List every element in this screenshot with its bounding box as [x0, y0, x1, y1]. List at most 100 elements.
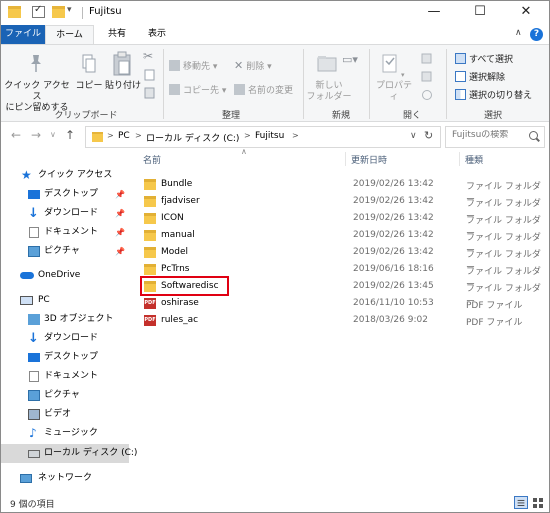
tab-file[interactable]: ファイル [1, 25, 45, 44]
properties-quick-icon[interactable] [32, 4, 45, 18]
nav-pc-videos[interactable]: ビデオ [1, 405, 129, 424]
back-arrow-icon[interactable]: ← [11, 128, 21, 142]
tab-view[interactable]: 表示 [139, 25, 175, 44]
minimize-button[interactable]: — [411, 1, 457, 25]
copy-path-icon[interactable] [144, 69, 156, 81]
forward-arrow-icon[interactable]: → [31, 128, 41, 142]
nav-pc-3d-objects[interactable]: 3D オブジェクト [1, 310, 129, 329]
maximize-button[interactable]: ☐ [457, 1, 503, 25]
move-to-button[interactable]: 移動先 ▾ [169, 59, 217, 72]
select-all-button[interactable]: すべて選択 [455, 52, 513, 65]
nav-pc[interactable]: PC [1, 291, 129, 310]
copy-button[interactable]: コピー [74, 81, 104, 92]
status-bar: 9 個の項目 [1, 494, 549, 512]
address-bar[interactable]: > PC > ローカル ディスク (C:) > Fujitsu > ∨ ↻ [85, 126, 441, 148]
file-row[interactable]: fjadviser 2019/02/26 13:42 ファイル フォルダー [133, 193, 549, 222]
nav-pc-music[interactable]: ♪ ミュージック [1, 424, 129, 443]
file-modified: 2019/02/26 13:42 [353, 179, 434, 189]
properties-dropdown-icon[interactable]: ▾ [401, 71, 405, 79]
nav-label: 3D オブジェクト [44, 314, 114, 324]
properties-button[interactable]: プロパティ [373, 81, 415, 103]
folder-icon [92, 132, 103, 142]
file-modified: 2018/03/26 9:02 [353, 315, 428, 325]
breadcrumb-separator-icon[interactable]: > [244, 131, 251, 140]
pin-icon[interactable]: 📌 [115, 242, 125, 261]
cut-icon[interactable]: ✂ [143, 49, 153, 63]
breadcrumb-fujitsu[interactable]: Fujitsu [255, 131, 284, 141]
column-type-header[interactable]: 種類 [465, 153, 483, 166]
search-box[interactable] [445, 126, 545, 148]
large-icons-view-icon[interactable] [531, 496, 545, 509]
nav-pc-desktop[interactable]: デスクトップ [1, 348, 129, 367]
copy-to-button[interactable]: コピー先 ▾ [169, 83, 226, 96]
breadcrumb-local-disk[interactable]: ローカル ディスク (C:) [146, 131, 239, 144]
nav-label: ローカル ディスク (C:) [44, 448, 138, 458]
search-input[interactable] [452, 130, 530, 140]
invert-selection-button[interactable]: 選択の切り替え [455, 88, 532, 101]
select-none-icon [455, 71, 466, 82]
breadcrumb-separator-icon[interactable]: > [107, 131, 114, 140]
open-icon[interactable] [421, 53, 433, 65]
new-folder-quick-icon[interactable] [52, 6, 65, 18]
divider [446, 49, 447, 119]
new-folder-button[interactable]: 新しい フォルダー [306, 81, 352, 103]
edit-icon[interactable] [421, 71, 433, 83]
help-icon[interactable]: ? [530, 28, 543, 41]
file-row[interactable]: PDF rules_ac 2018/03/26 9:02 PDF ファイル [133, 312, 549, 329]
nav-pc-local-disk[interactable]: ローカル ディスク (C:) [1, 444, 137, 463]
file-row[interactable]: PDF oshirase 2016/11/10 10:53 PDF ファイル [133, 295, 549, 312]
recent-locations-icon[interactable]: ∨ [50, 130, 56, 139]
nav-pc-downloads[interactable]: ↓ ダウンロード [1, 329, 129, 348]
column-name-header[interactable]: 名前 [143, 153, 161, 166]
delete-button[interactable]: ✕ 削除 ▾ [234, 59, 272, 72]
select-none-button[interactable]: 選択解除 [455, 70, 505, 83]
paste-button[interactable]: 貼り付け [105, 81, 141, 92]
file-row[interactable]: Model 2019/02/26 13:42 ファイル フォルダー [133, 244, 549, 273]
search-icon [529, 131, 538, 140]
divider[interactable] [345, 152, 346, 166]
new-item-icon[interactable]: ▭▾ [342, 53, 358, 66]
open-group-label: 開く [402, 111, 421, 121]
tab-share[interactable]: 共有 [97, 25, 137, 44]
nav-onedrive[interactable]: OneDrive [1, 266, 129, 285]
divider[interactable] [459, 152, 460, 166]
quick-access-dropdown-icon[interactable]: ▾ [67, 5, 72, 15]
history-icon[interactable] [421, 89, 433, 101]
pin-icon[interactable]: 📌 [115, 185, 125, 204]
nav-quick-downloads[interactable]: ↓ ダウンロード 📌 [1, 204, 129, 223]
file-row[interactable]: ICON 2019/02/26 13:42 ファイル フォルダー [133, 210, 549, 239]
nav-quick-documents[interactable]: ドキュメント 📌 [1, 223, 129, 242]
file-modified: 2019/02/26 13:42 [353, 196, 434, 206]
paste-shortcut-icon[interactable] [144, 87, 156, 99]
nav-network[interactable]: ネットワーク [1, 469, 129, 488]
nav-quick-desktop[interactable]: デスクトップ 📌 [1, 185, 129, 204]
tab-home[interactable]: ホーム [45, 25, 94, 44]
up-arrow-icon[interactable]: ↑ [65, 128, 75, 142]
file-row[interactable]: manual 2019/02/26 13:42 ファイル フォルダー [133, 227, 549, 256]
pin-icon[interactable]: 📌 [115, 204, 125, 223]
drive-icon [28, 450, 40, 458]
file-name: ICON [161, 213, 184, 223]
nav-quick-pictures[interactable]: ピクチャ 📌 [1, 242, 129, 261]
nav-label: ダウンロード [44, 208, 99, 218]
nav-pc-documents[interactable]: ドキュメント [1, 367, 129, 386]
download-arrow-icon: ↓ [28, 206, 39, 221]
select-none-label: 選択解除 [469, 73, 506, 83]
pin-icon[interactable]: 📌 [115, 223, 125, 242]
breadcrumb-separator-icon[interactable]: > [135, 131, 142, 140]
refresh-icon[interactable]: ↻ [424, 129, 433, 142]
close-button[interactable]: ✕ [503, 1, 549, 25]
details-view-icon[interactable] [514, 496, 528, 509]
file-row[interactable]: Bundle 2019/02/26 13:42 ファイル フォルダー [133, 176, 549, 205]
divider [303, 49, 304, 119]
properties-icon [382, 54, 397, 73]
breadcrumb-pc[interactable]: PC [118, 131, 130, 141]
nav-label: ドキュメント [44, 227, 99, 237]
address-dropdown-icon[interactable]: ∨ [410, 131, 417, 141]
collapse-ribbon-icon[interactable]: ∧ [515, 28, 522, 38]
nav-quick-access[interactable]: ★ クイック アクセス [1, 166, 129, 185]
rename-button[interactable]: 名前の変更 [234, 83, 293, 96]
column-modified-header[interactable]: 更新日時 [351, 153, 387, 166]
nav-pc-pictures[interactable]: ピクチャ [1, 386, 129, 405]
breadcrumb-separator-icon[interactable]: > [292, 131, 299, 140]
